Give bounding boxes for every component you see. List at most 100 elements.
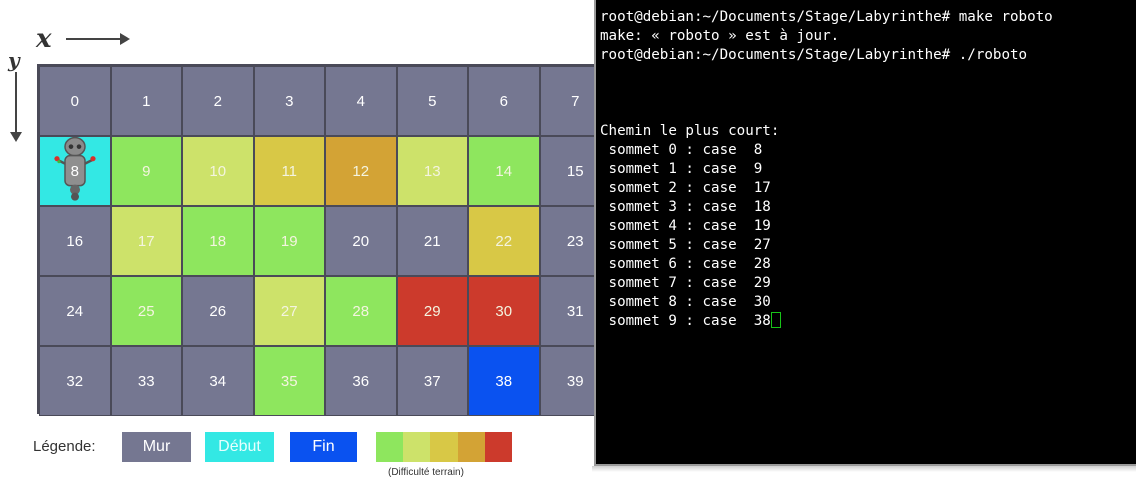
maze-cell-34: 34 <box>182 346 254 416</box>
legend-end-swatch: Fin <box>290 432 357 462</box>
maze-cell-25: 25 <box>110 276 182 346</box>
y-axis-arrow-icon <box>10 72 22 142</box>
maze-cell-0: 0 <box>39 66 111 136</box>
terminal-line-text: sommet 3 : case 18 <box>600 199 771 215</box>
terminal-line-text: sommet 1 : case 9 <box>600 161 763 177</box>
maze-cell-number: 0 <box>70 92 79 110</box>
maze-cell-number: 16 <box>66 232 84 250</box>
maze-cell-18: 18 <box>182 206 254 276</box>
maze-cell-number: 23 <box>566 232 584 250</box>
maze-cell-10: 10 <box>182 136 254 206</box>
maze-cell-number: 26 <box>209 302 227 320</box>
difficulty-swatch-1 <box>376 432 404 462</box>
difficulty-swatch-5 <box>484 432 513 462</box>
maze-cell-3: 3 <box>253 66 325 136</box>
maze-cell-number: 15 <box>566 162 584 180</box>
terminal-line-text: sommet 2 : case 17 <box>600 180 771 196</box>
maze-cell-number: 22 <box>495 232 513 250</box>
maze-cell-26: 26 <box>182 276 254 346</box>
maze-cell-29: 29 <box>396 276 468 346</box>
terminal-line: sommet 3 : case 18 <box>600 198 1053 217</box>
maze-cell-number: 2 <box>213 92 222 110</box>
terminal-line: sommet 7 : case 29 <box>600 274 1053 293</box>
maze-cell-14: 14 <box>468 136 540 206</box>
maze-cell-37: 37 <box>396 346 468 416</box>
terminal-line: sommet 1 : case 9 <box>600 160 1053 179</box>
maze-grid: 0 1 2 3 4 5 6 7 8 9 10 11 12 13 14 15 16 17 18 19 20 21 22 23 24… <box>37 64 611 416</box>
terminal-line: root@debian:~/Documents/Stage/Labyrinthe… <box>600 46 1053 65</box>
terminal-line-text: make: « roboto » est à jour. <box>600 28 840 44</box>
terminal-window[interactable]: root@debian:~/Documents/Stage/Labyrinthe… <box>594 0 1136 466</box>
terminal-line: Chemin le plus court: <box>600 122 1053 141</box>
legend-difficulty-caption: (Difficulté terrain) <box>388 467 464 478</box>
maze-cell-number: 14 <box>495 162 513 180</box>
maze-cell-19: 19 <box>253 206 325 276</box>
maze-cell-number: 37 <box>423 372 441 390</box>
difficulty-swatch-2 <box>403 432 431 462</box>
y-axis-label: y <box>8 48 20 72</box>
maze-cell-38: 38 <box>468 346 540 416</box>
terminal-line: sommet 2 : case 17 <box>600 179 1053 198</box>
maze-cell-number: 5 <box>428 92 437 110</box>
maze-cell-number: 18 <box>209 232 227 250</box>
maze-cell-32: 32 <box>39 346 111 416</box>
maze-cell-number: 7 <box>571 92 580 110</box>
terminal-line: sommet 9 : case 38 <box>600 312 1053 331</box>
cursor-block-icon <box>770 312 781 328</box>
maze-cell-number: 35 <box>280 372 298 390</box>
terminal-line: sommet 0 : case 8 <box>600 141 1053 160</box>
legend-difficulty-scale <box>376 432 513 462</box>
maze-cell-number: 27 <box>280 302 298 320</box>
maze-cell-28: 28 <box>325 276 397 346</box>
maze-cell-number: 31 <box>566 302 584 320</box>
difficulty-swatch-4 <box>457 432 485 462</box>
terminal-line: root@debian:~/Documents/Stage/Labyrinthe… <box>600 8 1053 27</box>
difficulty-swatch-3 <box>430 432 458 462</box>
maze-cell-number: 29 <box>423 302 441 320</box>
maze-cell-number: 10 <box>209 162 227 180</box>
terminal-line-text: sommet 8 : case 30 <box>600 294 771 310</box>
maze-cell-27: 27 <box>253 276 325 346</box>
maze-cell-number: 9 <box>142 162 151 180</box>
terminal-line: make: « roboto » est à jour. <box>600 27 1053 46</box>
terminal-output: root@debian:~/Documents/Stage/Labyrinthe… <box>600 8 1053 331</box>
maze-cell-22: 22 <box>468 206 540 276</box>
legend-start-swatch: Début <box>205 432 274 462</box>
maze-cell-8: 8 <box>39 136 111 206</box>
maze-cell-number: 8 <box>70 162 79 180</box>
maze-cell-30: 30 <box>468 276 540 346</box>
maze-cell-number: 38 <box>495 372 513 390</box>
terminal-line-text: sommet 4 : case 19 <box>600 218 771 234</box>
maze-cell-4: 4 <box>325 66 397 136</box>
maze-cell-number: 6 <box>499 92 508 110</box>
maze-cell-16: 16 <box>39 206 111 276</box>
maze-cell-5: 5 <box>396 66 468 136</box>
maze-cell-1: 1 <box>110 66 182 136</box>
terminal-line-text: sommet 0 : case 8 <box>600 142 763 158</box>
maze-cell-number: 30 <box>495 302 513 320</box>
maze-cell-number: 33 <box>137 372 155 390</box>
terminal-line-text: sommet 7 : case 29 <box>600 275 771 291</box>
maze-cell-number: 17 <box>137 232 155 250</box>
maze-cell-number: 28 <box>352 302 370 320</box>
terminal-line-text: Chemin le plus court: <box>600 123 780 139</box>
terminal-line-text: sommet 5 : case 27 <box>600 237 771 253</box>
legend-wall-label: Mur <box>142 438 171 455</box>
x-axis-arrow-icon <box>66 33 130 45</box>
maze-cell-11: 11 <box>253 136 325 206</box>
terminal-shadow <box>592 466 1136 472</box>
terminal-line-text: sommet 9 : case 38 <box>600 313 771 329</box>
maze-cell-number: 24 <box>66 302 84 320</box>
maze-cell-13: 13 <box>396 136 468 206</box>
maze-cell-number: 34 <box>209 372 227 390</box>
maze-cell-33: 33 <box>110 346 182 416</box>
maze-cell-12: 12 <box>325 136 397 206</box>
maze-cell-number: 36 <box>352 372 370 390</box>
maze-cell-number: 21 <box>423 232 441 250</box>
maze-cell-9: 9 <box>110 136 182 206</box>
maze-cell-number: 32 <box>66 372 84 390</box>
maze-cell-number: 39 <box>566 372 584 390</box>
